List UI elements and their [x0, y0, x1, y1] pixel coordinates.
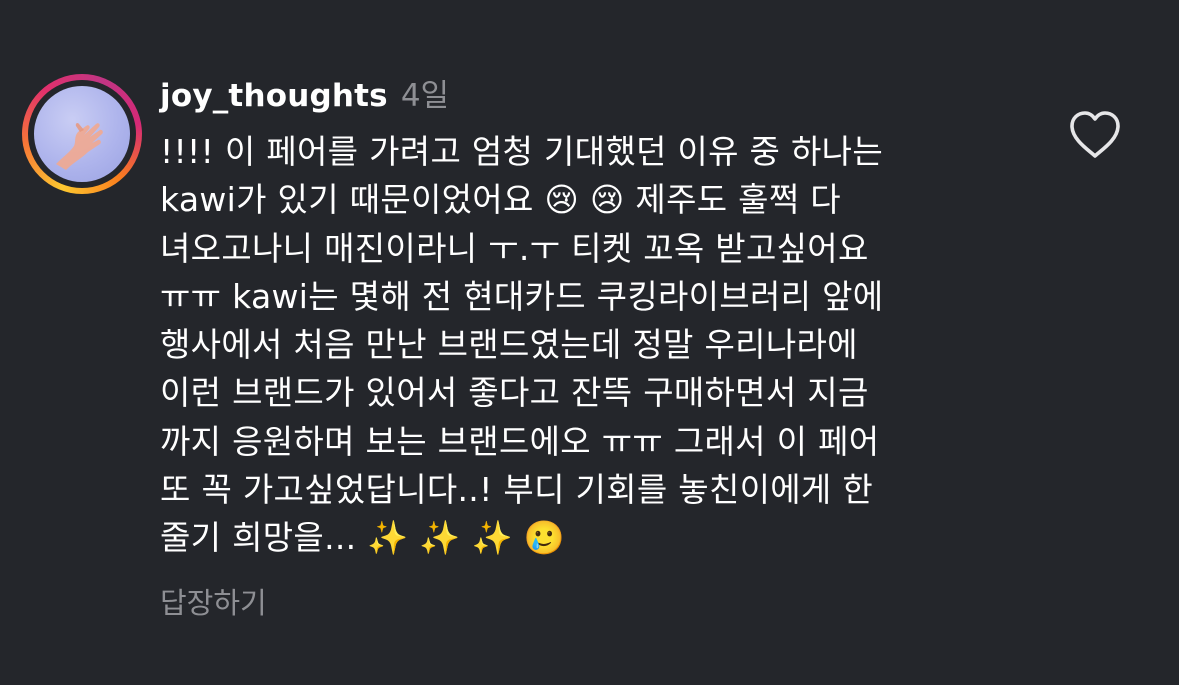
heart-icon[interactable] — [1068, 110, 1122, 160]
username-link[interactable]: joy_thoughts — [160, 78, 388, 114]
avatar[interactable] — [34, 86, 130, 182]
hand-icon — [56, 122, 103, 170]
story-ring[interactable] — [22, 74, 142, 194]
reply-button[interactable]: 답장하기 — [160, 580, 267, 622]
comment-text: !!!! 이 페어를 가려고 엄청 기대했던 이유 중 하나는 kawi가 있기… — [160, 132, 884, 558]
comment-timestamp: 4일 — [400, 78, 450, 114]
comment-header: joy_thoughts 4일 — [160, 70, 449, 114]
